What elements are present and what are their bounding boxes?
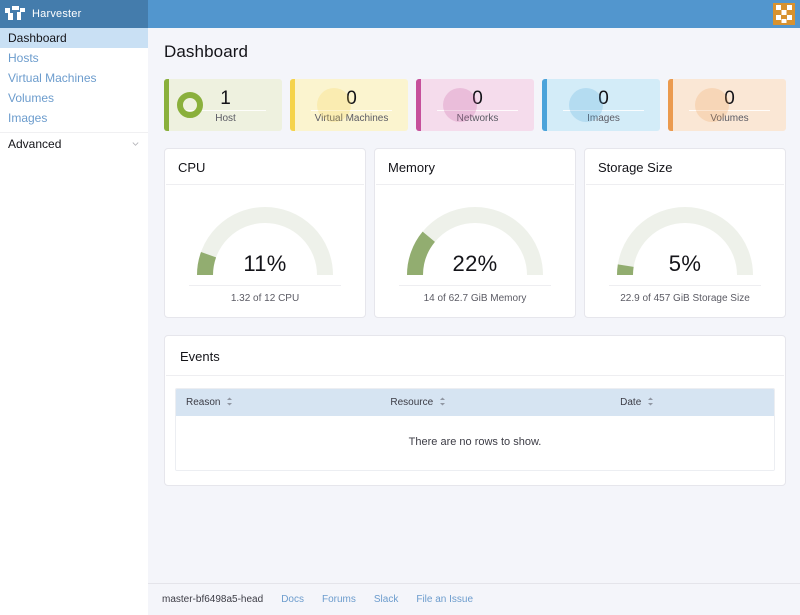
sidebar-item-virtual-machines[interactable]: Virtual Machines (0, 68, 148, 88)
events-empty-message: There are no rows to show. (176, 416, 774, 470)
footer: master-bf6498a5-head Docs Forums Slack F… (148, 583, 800, 615)
events-empty-row: There are no rows to show. (176, 416, 774, 470)
events-title: Events (166, 336, 784, 376)
main-content: Dashboard 1 Host 0 Virtual Machines 0 Ne… (148, 28, 800, 615)
stat-card-body: 0 Virtual Machines (295, 79, 408, 131)
stat-ghost-circle (317, 88, 351, 122)
host-ring-icon (177, 92, 203, 118)
events-table-container: Reason Resource Date There are no rows t… (175, 388, 775, 471)
gauge-footer: 1.32 of 12 CPU (189, 285, 341, 317)
stat-card-host[interactable]: 1 Host (164, 79, 282, 131)
gauge-holder: 22% (399, 199, 551, 283)
sidebar-item-label: Images (8, 111, 48, 125)
brand-name: Harvester (32, 8, 82, 20)
gauge-card-memory: Memory 22% 14 of 62.7 GiB Memory (374, 148, 576, 318)
stat-card-networks[interactable]: 0 Networks (416, 79, 534, 131)
gauge-footer: 22.9 of 457 GiB Storage Size (609, 285, 761, 317)
sort-icon (227, 397, 233, 406)
stat-label: Host (215, 112, 236, 124)
sidebar-item-hosts[interactable]: Hosts (0, 48, 148, 68)
footer-link-slack[interactable]: Slack (374, 594, 398, 605)
events-header-row: Reason Resource Date (176, 389, 774, 416)
stat-ghost-circle (695, 88, 729, 122)
gauge-body: 5% 22.9 of 457 GiB Storage Size (585, 185, 785, 317)
stat-card-body: 0 Volumes (673, 79, 786, 131)
gauge-title: CPU (166, 149, 364, 185)
page-title: Dashboard (164, 42, 249, 61)
stat-card-body: 0 Networks (421, 79, 534, 131)
harvester-cluster-icon[interactable] (773, 3, 795, 25)
gauge-title: Memory (376, 149, 574, 185)
gauge-percent: 11% (243, 251, 287, 276)
gauge-percent: 22% (452, 251, 498, 276)
events-table: Reason Resource Date There are no rows t… (176, 389, 774, 470)
sidebar-group-advanced[interactable]: Advanced (0, 132, 148, 154)
gauge-card-cpu: CPU 11% 1.32 of 12 CPU (164, 148, 366, 318)
column-label: Reason (186, 397, 221, 408)
gauge-body: 22% 14 of 62.7 GiB Memory (375, 185, 575, 317)
gauge-body: 11% 1.32 of 12 CPU (165, 185, 365, 317)
sidebar-item-label: Volumes (8, 91, 55, 105)
sort-icon (648, 397, 654, 406)
column-header-date[interactable]: Date (610, 389, 774, 416)
stat-card-volumes[interactable]: 0 Volumes (668, 79, 786, 131)
sidebar-item-label: Dashboard (8, 31, 67, 45)
sidebar-item-label: Hosts (8, 51, 39, 65)
events-table-body: There are no rows to show. (176, 416, 774, 470)
gauge-holder: 5% (609, 199, 761, 283)
gauge-percent: 5% (668, 251, 702, 276)
stat-card-virtual-machines[interactable]: 0 Virtual Machines (290, 79, 408, 131)
footer-link-file-an-issue[interactable]: File an Issue (416, 594, 473, 605)
top-header: Harvester (0, 0, 800, 28)
stat-card-body: 1 Host (169, 79, 282, 131)
sidebar-item-volumes[interactable]: Volumes (0, 88, 148, 108)
chevron-down-icon (132, 142, 139, 146)
column-header-resource[interactable]: Resource (380, 389, 610, 416)
gauge-card-storage-size: Storage Size 5% 22.9 of 457 GiB Storage … (584, 148, 786, 318)
stat-ghost-circle (443, 88, 477, 122)
sidebar: Dashboard Hosts Virtual Machines Volumes… (0, 28, 148, 615)
header-bar (148, 0, 800, 28)
stat-value: 1 (220, 87, 231, 109)
sidebar-item-label: Virtual Machines (8, 71, 97, 85)
gauge-footer: 14 of 62.7 GiB Memory (399, 285, 551, 317)
sort-icon (439, 397, 445, 406)
stat-card-images[interactable]: 0 Images (542, 79, 660, 131)
stat-ghost-circle (569, 88, 603, 122)
gauge-holder: 11% (189, 199, 341, 283)
column-header-reason[interactable]: Reason (176, 389, 380, 416)
gauge-card-row: CPU 11% 1.32 of 12 CPU Memory 22% 14 of … (164, 148, 786, 318)
sidebar-item-dashboard[interactable]: Dashboard (0, 28, 148, 48)
footer-version: master-bf6498a5-head (162, 594, 264, 605)
gauge-title: Storage Size (586, 149, 784, 185)
stat-card-row: 1 Host 0 Virtual Machines 0 Networks 0 I… (164, 79, 786, 131)
events-table-head: Reason Resource Date (176, 389, 774, 416)
footer-link-docs[interactable]: Docs (281, 594, 304, 605)
sidebar-item-images[interactable]: Images (0, 108, 148, 128)
stat-card-body: 0 Images (547, 79, 660, 131)
header-brand[interactable]: Harvester (0, 0, 148, 28)
column-label: Resource (390, 397, 434, 408)
column-label: Date (620, 397, 642, 408)
harvester-logo-icon (5, 6, 25, 20)
events-card: Events Reason Resource Date There are no… (164, 335, 786, 486)
footer-link-forums[interactable]: Forums (322, 594, 356, 605)
sidebar-group-label: Advanced (8, 136, 62, 151)
